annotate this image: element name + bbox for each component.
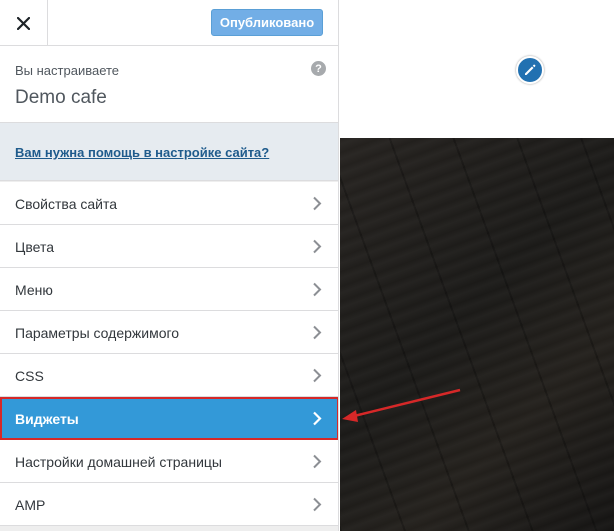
menu-item-menus[interactable]: Меню [0, 268, 338, 311]
menu-item-label: Виджеты [15, 411, 79, 427]
menu-item-label: Настройки домашней страницы [15, 454, 222, 470]
menu-item-colors[interactable]: Цвета [0, 225, 338, 268]
edit-shortcut-button[interactable] [516, 56, 544, 84]
customizing-label: Вы настраиваете [15, 63, 120, 78]
menu-item-widgets[interactable]: Виджеты [0, 397, 338, 440]
customizer-panel: Опубликовано Вы настраиваете Demo cafe ?… [0, 0, 339, 531]
menu-item-label: Свойства сайта [15, 196, 118, 212]
menu-item-amp[interactable]: AMP [0, 483, 338, 526]
close-icon [17, 16, 30, 30]
close-button[interactable] [0, 0, 48, 46]
menu-item-label: Параметры содержимого [15, 325, 180, 341]
chevron-right-icon [313, 325, 322, 340]
publish-button[interactable]: Опубликовано [211, 9, 323, 36]
chevron-right-icon [313, 239, 322, 254]
chevron-right-icon [313, 282, 322, 297]
chevron-right-icon [313, 454, 322, 469]
site-info: Вы настраиваете Demo cafe ? [0, 46, 338, 123]
chevron-right-icon [313, 368, 322, 383]
hero-image [340, 138, 614, 531]
menu-item-homepage-settings[interactable]: Настройки домашней страницы [0, 440, 338, 483]
menu-item-css[interactable]: CSS [0, 354, 338, 397]
help-icon[interactable]: ? [311, 61, 326, 76]
pencil-icon [525, 64, 536, 75]
customizer-menu: Свойства сайта Цвета Меню Параметры соде… [0, 182, 338, 526]
menu-item-label: CSS [15, 368, 44, 384]
menu-item-label: AMP [15, 497, 46, 513]
help-section: Вам нужна помощь в настройке сайта? [0, 123, 338, 181]
chevron-right-icon [313, 411, 322, 426]
customizer-header: Опубликовано [0, 0, 338, 46]
site-preview [340, 0, 614, 531]
menu-item-site-identity[interactable]: Свойства сайта [0, 182, 338, 225]
preview-header [340, 0, 614, 138]
menu-item-content-options[interactable]: Параметры содержимого [0, 311, 338, 354]
menu-item-label: Меню [15, 282, 53, 298]
menu-item-label: Цвета [15, 239, 54, 255]
chevron-right-icon [313, 497, 322, 512]
chevron-right-icon [313, 196, 322, 211]
help-link[interactable]: Вам нужна помощь в настройке сайта? [15, 145, 269, 160]
site-title: Demo cafe [15, 87, 107, 108]
